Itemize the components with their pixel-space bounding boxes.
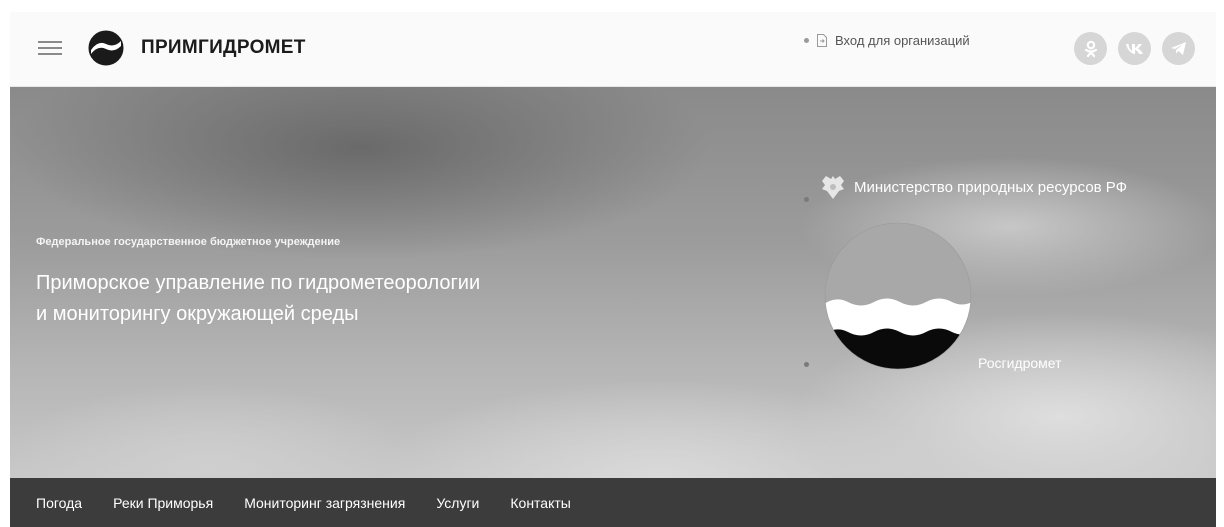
telegram-icon <box>1171 42 1186 55</box>
odnoklassniki-button[interactable] <box>1074 32 1107 65</box>
nav-item-pollution-monitoring[interactable]: Мониторинг загрязнения <box>244 495 405 511</box>
odnoklassniki-icon <box>1084 40 1097 57</box>
hero-subtitle: Федеральное государственное бюджетное уч… <box>36 236 341 248</box>
nav-item-weather[interactable]: Погода <box>36 495 82 511</box>
main-nav: Погода Реки Приморья Мониторинг загрязне… <box>10 478 1216 527</box>
vk-icon <box>1125 43 1143 54</box>
ministry-link[interactable]: Министерство природных ресурсов РФ <box>820 173 1127 201</box>
nav-item-services[interactable]: Услуги <box>436 495 479 511</box>
russian-eagle-emblem-icon <box>822 176 844 199</box>
nav-item-contacts[interactable]: Контакты <box>510 495 570 511</box>
primgidromet-logo-icon[interactable] <box>88 30 124 66</box>
hero-title-line1: Приморское управление по гидрометеоролог… <box>36 272 481 294</box>
brand-name[interactable]: ПРИМГИДРОМЕТ <box>141 37 306 59</box>
bullet-dot <box>804 362 809 367</box>
nav-item-rivers[interactable]: Реки Приморья <box>113 495 213 511</box>
org-login-label: Вход для организаций <box>835 33 970 48</box>
hero-title: Приморское управление по гидрометеоролог… <box>36 268 596 330</box>
hamburger-menu-icon[interactable] <box>38 39 62 57</box>
vk-button[interactable] <box>1118 32 1151 65</box>
rosgidromet-link[interactable]: Росгидромет <box>978 355 1062 371</box>
rosgidromet-logo-icon[interactable] <box>824 222 972 370</box>
login-document-icon <box>817 34 827 47</box>
bullet-dot <box>804 38 809 43</box>
hero-title-line2: и мониторингу окружающей среды <box>36 303 359 325</box>
page-frame: ПРИМГИДРОМЕТ Вход для организаций Федера… <box>10 12 1216 527</box>
ministry-label: Министерство природных ресурсов РФ <box>854 178 1128 196</box>
bullet-dot <box>804 197 809 202</box>
hero-banner: Федеральное государственное бюджетное уч… <box>10 87 1216 478</box>
site-header: ПРИМГИДРОМЕТ Вход для организаций <box>10 12 1216 87</box>
org-login-link[interactable]: Вход для организаций <box>804 33 970 48</box>
telegram-button[interactable] <box>1162 32 1195 65</box>
